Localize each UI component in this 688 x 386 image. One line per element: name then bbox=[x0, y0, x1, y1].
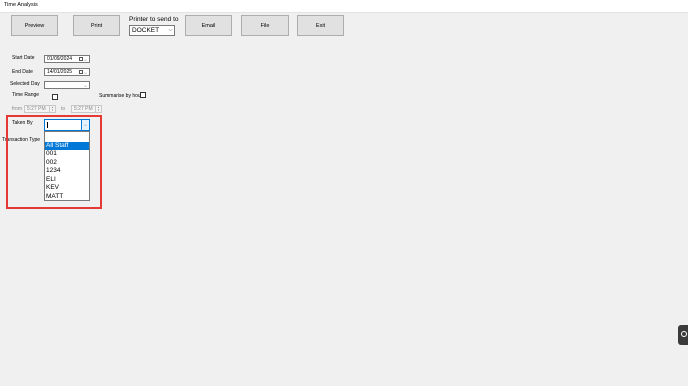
printer-select-value: DOCKET bbox=[132, 27, 160, 34]
print-button[interactable]: Print bbox=[73, 15, 120, 36]
side-tab-button[interactable] bbox=[678, 325, 688, 345]
end-date-label: End Date bbox=[12, 69, 33, 75]
chevron-down-icon[interactable]: ⌵ bbox=[83, 82, 88, 88]
from-label: from bbox=[12, 106, 22, 112]
from-time-value: 5:27 PM bbox=[27, 106, 46, 112]
window-title: Time Analysis bbox=[4, 2, 38, 8]
start-date-label: Start Date bbox=[12, 55, 35, 61]
exit-button[interactable]: Exit bbox=[297, 15, 344, 36]
end-date-picker[interactable]: 14/01/2025 ⌵ bbox=[44, 68, 90, 76]
spinner-icon: ▴ ▾ bbox=[49, 106, 55, 112]
from-time-field: 5:27 PM ▴ ▾ bbox=[24, 105, 56, 113]
selected-day-select[interactable]: ⌵ bbox=[44, 81, 90, 89]
spinner-icon: ▴ ▾ bbox=[95, 106, 101, 112]
chevron-down-icon[interactable]: ⌵ bbox=[83, 56, 88, 62]
chevron-down-icon: ⌵ bbox=[168, 27, 173, 33]
printer-label: Printer to send to bbox=[129, 16, 179, 23]
chevron-down-icon[interactable]: ⌵ bbox=[83, 69, 88, 75]
email-button[interactable]: Email bbox=[185, 15, 232, 36]
preview-button[interactable]: Preview bbox=[11, 15, 58, 36]
summarise-label: Summarise by hour bbox=[99, 93, 143, 99]
to-label: to bbox=[61, 106, 66, 112]
selected-day-label: Selected Day bbox=[10, 81, 40, 87]
file-button[interactable]: File bbox=[241, 15, 289, 36]
end-date-value: 14/01/2025 bbox=[47, 69, 73, 75]
to-time-value: 5:27 PM bbox=[74, 106, 93, 112]
side-tab-icon bbox=[681, 331, 687, 337]
printer-select[interactable]: DOCKET ⌵ bbox=[129, 25, 175, 36]
start-date-picker[interactable]: 01/09/2024 ⌵ bbox=[44, 55, 90, 63]
summarise-checkbox[interactable] bbox=[140, 92, 146, 98]
annotation-highlight-box bbox=[6, 115, 102, 209]
time-range-label: Time Range bbox=[12, 92, 40, 98]
start-date-value: 01/09/2024 bbox=[47, 56, 73, 62]
to-time-field: 5:27 PM ▴ ▾ bbox=[71, 105, 102, 113]
time-range-checkbox[interactable] bbox=[52, 94, 58, 100]
title-bar: Time Analysis bbox=[0, 0, 688, 13]
